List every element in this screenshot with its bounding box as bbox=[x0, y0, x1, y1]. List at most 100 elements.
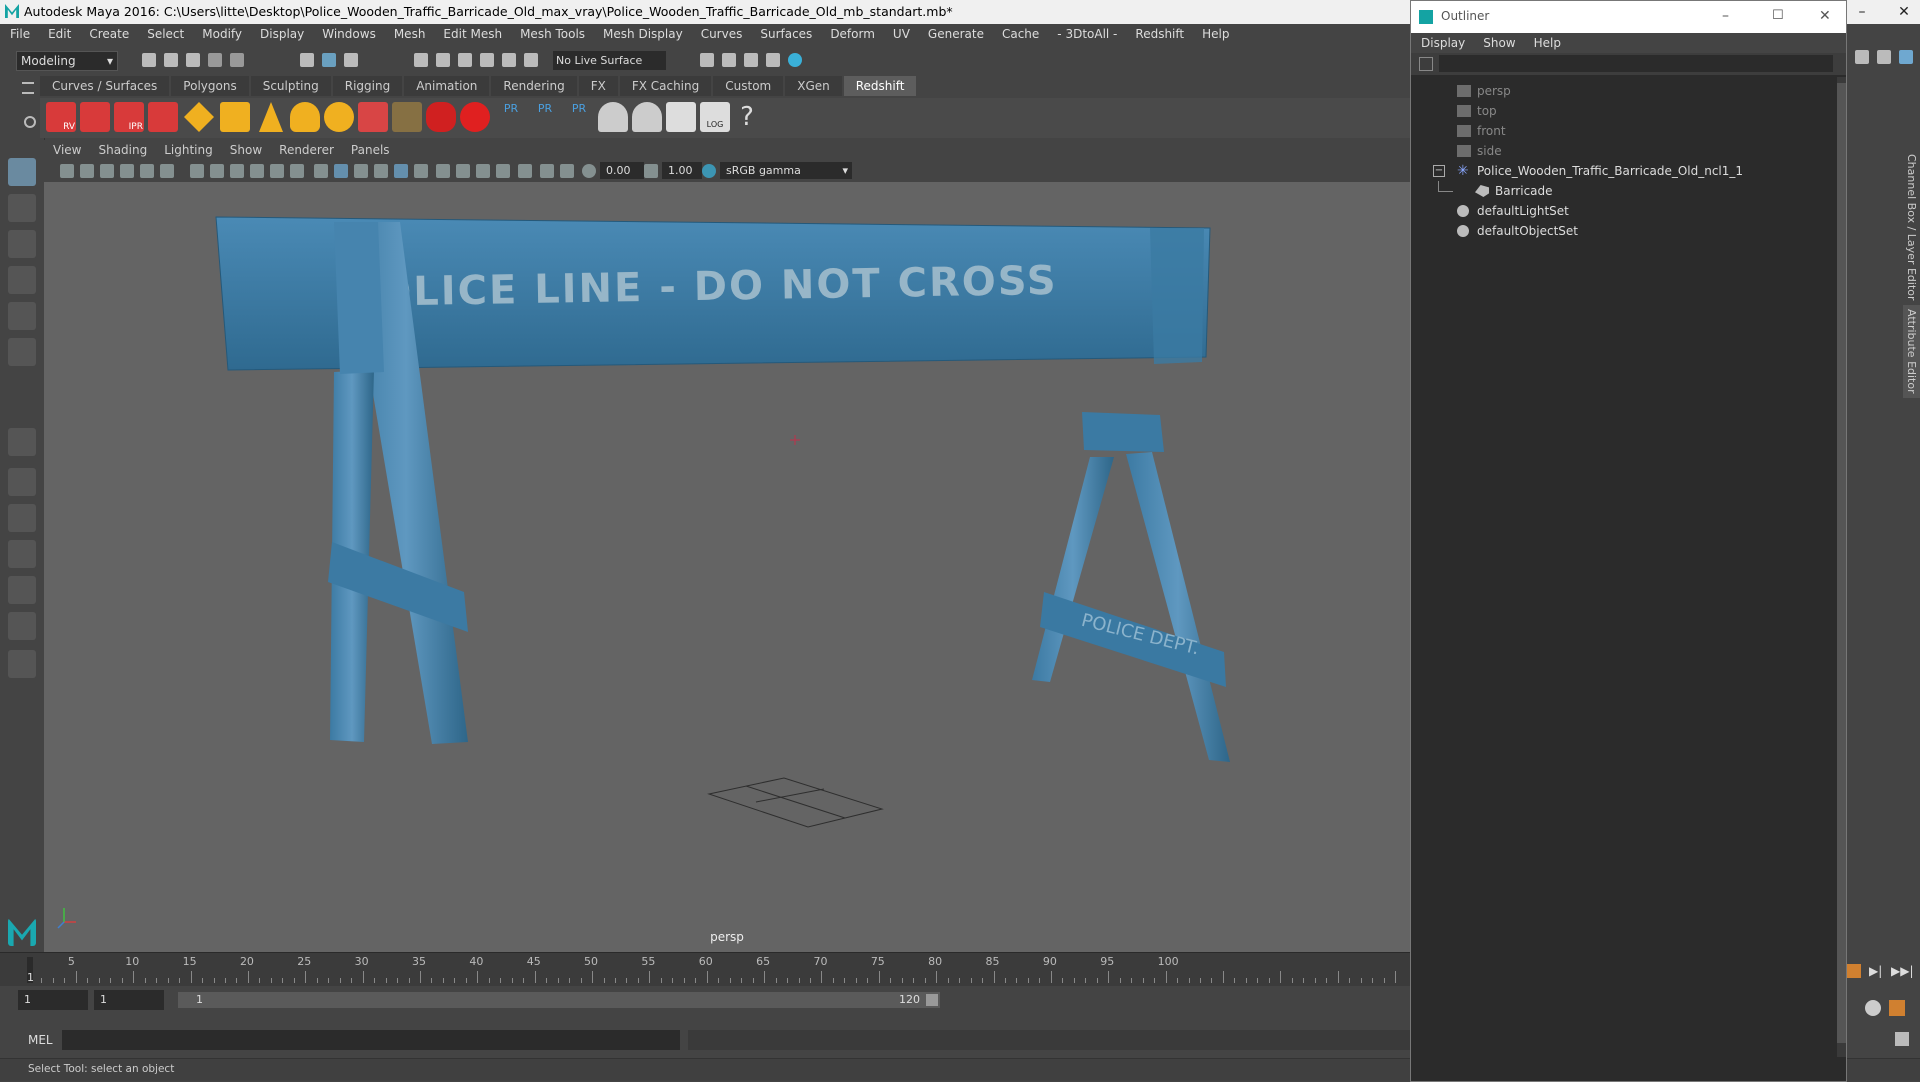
rotate-tool-icon[interactable] bbox=[8, 302, 36, 330]
render-settings-icon[interactable] bbox=[700, 53, 714, 67]
menu-curves[interactable]: Curves bbox=[691, 24, 751, 41]
layout-graph-icon[interactable] bbox=[8, 612, 36, 640]
dome-light-icon[interactable] bbox=[290, 102, 320, 132]
material-sphere-icon[interactable] bbox=[460, 102, 490, 132]
wireframe-icon[interactable] bbox=[314, 164, 328, 178]
script-editor-icon[interactable] bbox=[1895, 1032, 1909, 1046]
step-forward-icon[interactable]: ▶| bbox=[1869, 964, 1882, 978]
vp-menu-shading[interactable]: Shading bbox=[89, 140, 155, 157]
2d-pan-zoom-icon[interactable] bbox=[140, 164, 154, 178]
menu-modify[interactable]: Modify bbox=[192, 24, 250, 41]
xray-joints-icon[interactable] bbox=[476, 164, 490, 178]
close-icon[interactable]: ✕ bbox=[1889, 2, 1919, 22]
select-object-icon[interactable] bbox=[322, 53, 336, 67]
outliner-menu-help[interactable]: Help bbox=[1524, 33, 1569, 50]
time-slider[interactable]: 1510152025303540455055606570758085909510… bbox=[0, 952, 1410, 987]
gear-icon[interactable] bbox=[24, 116, 36, 128]
hair-icon[interactable] bbox=[392, 102, 422, 132]
menu-redshift[interactable]: Redshift bbox=[1125, 24, 1192, 41]
outliner-scrollbar[interactable] bbox=[1837, 77, 1846, 1057]
snap-grid-icon[interactable] bbox=[414, 53, 428, 67]
field-chart-icon[interactable] bbox=[270, 164, 284, 178]
render-options-icon[interactable] bbox=[598, 102, 628, 132]
menu-edit[interactable]: Edit bbox=[38, 24, 79, 41]
undo-icon[interactable] bbox=[208, 53, 222, 67]
mel-label[interactable]: MEL bbox=[28, 1033, 53, 1047]
menu-windows[interactable]: Windows bbox=[312, 24, 384, 41]
menu-mesh-display[interactable]: Mesh Display bbox=[593, 24, 691, 41]
snap-surface-icon[interactable] bbox=[502, 53, 516, 67]
menu-mesh-tools[interactable]: Mesh Tools bbox=[510, 24, 593, 41]
portal-light-icon[interactable] bbox=[220, 102, 250, 132]
gate-mask-icon[interactable] bbox=[250, 164, 264, 178]
anti-alias-icon[interactable] bbox=[518, 164, 532, 178]
layout-single-icon[interactable] bbox=[8, 650, 36, 678]
render-view-icon[interactable] bbox=[766, 53, 780, 67]
redshift-settings-icon[interactable] bbox=[148, 102, 178, 132]
new-scene-icon[interactable] bbox=[142, 53, 156, 67]
preferences-icon[interactable] bbox=[1889, 1000, 1905, 1016]
menu-file[interactable]: File bbox=[0, 24, 38, 41]
start-time-field[interactable]: 1 bbox=[18, 990, 88, 1010]
lasso-tool-icon[interactable] bbox=[8, 194, 36, 222]
image-plane-icon[interactable] bbox=[120, 164, 134, 178]
layout-three-view-icon[interactable] bbox=[8, 576, 36, 604]
redshift-render-view-icon[interactable]: RV bbox=[46, 102, 76, 132]
color-space-select[interactable]: sRGB gamma ▾ bbox=[720, 162, 852, 179]
shadows-icon[interactable] bbox=[414, 164, 428, 178]
outliner-search-input[interactable] bbox=[1439, 55, 1833, 72]
tab-rendering[interactable]: Rendering bbox=[491, 76, 577, 96]
proxy-icon[interactable] bbox=[426, 102, 456, 132]
pr-proxy-export-icon[interactable]: PR bbox=[496, 102, 526, 132]
resolution-gate-icon[interactable] bbox=[230, 164, 244, 178]
menu-icon[interactable] bbox=[22, 82, 34, 94]
sun-light-icon[interactable] bbox=[324, 102, 354, 132]
select-tool-icon[interactable] bbox=[8, 158, 36, 186]
attribute-editor-icon[interactable] bbox=[1899, 50, 1913, 64]
collapse-icon[interactable]: − bbox=[1433, 165, 1445, 177]
bake-icon[interactable] bbox=[632, 102, 662, 132]
outliner-menu-show[interactable]: Show bbox=[1473, 33, 1523, 50]
menu-generate[interactable]: Generate bbox=[918, 24, 992, 41]
tab-sculpting[interactable]: Sculpting bbox=[250, 76, 331, 96]
camera-attributes-icon[interactable] bbox=[80, 164, 94, 178]
spot-light-icon[interactable] bbox=[259, 102, 283, 132]
save-scene-icon[interactable] bbox=[186, 53, 200, 67]
ambient-occlusion-icon[interactable] bbox=[496, 164, 510, 178]
menu-edit-mesh[interactable]: Edit Mesh bbox=[433, 24, 510, 41]
menu-uv[interactable]: UV bbox=[883, 24, 918, 41]
log-icon[interactable]: LOG bbox=[700, 102, 730, 132]
auto-key-icon[interactable] bbox=[1865, 1000, 1881, 1016]
command-input[interactable] bbox=[62, 1030, 680, 1050]
menu-3dtoall[interactable]: - 3DtoAll - bbox=[1047, 24, 1125, 41]
snap-view-icon[interactable] bbox=[480, 53, 494, 67]
vp-menu-panels[interactable]: Panels bbox=[342, 140, 398, 157]
safe-action-icon[interactable] bbox=[290, 164, 304, 178]
maximize-icon[interactable]: ☐ bbox=[1772, 8, 1784, 23]
menu-surfaces[interactable]: Surfaces bbox=[750, 24, 820, 41]
gamma-field[interactable]: 1.00 bbox=[662, 162, 702, 179]
select-hierarchy-icon[interactable] bbox=[300, 53, 314, 67]
outliner-menu-display[interactable]: Display bbox=[1411, 33, 1473, 50]
menu-mesh[interactable]: Mesh bbox=[384, 24, 434, 41]
range-slider[interactable]: 1 120 bbox=[178, 992, 940, 1008]
tab-polygons[interactable]: Polygons bbox=[171, 76, 249, 96]
channel-box-icon[interactable] bbox=[1877, 50, 1891, 64]
magnet-icon[interactable] bbox=[524, 53, 538, 67]
wireframe-on-shaded-icon[interactable] bbox=[354, 164, 368, 178]
snap-curve-icon[interactable] bbox=[436, 53, 450, 67]
tab-rigging[interactable]: Rigging bbox=[332, 76, 403, 96]
tab-channel-box[interactable]: Channel Box / Layer Editor bbox=[1903, 150, 1920, 305]
tab-animation[interactable]: Animation bbox=[404, 76, 490, 96]
film-gate-icon[interactable] bbox=[210, 164, 224, 178]
pr-proxy-convert-icon[interactable]: PR bbox=[564, 102, 594, 132]
tab-attribute-editor[interactable]: Attribute Editor bbox=[1903, 305, 1920, 398]
help-icon[interactable]: ? bbox=[732, 102, 762, 132]
last-tool-icon[interactable] bbox=[8, 428, 36, 456]
move-tool-icon[interactable] bbox=[8, 266, 36, 294]
hypershade-icon[interactable] bbox=[788, 53, 802, 67]
range-end-handle[interactable] bbox=[926, 994, 938, 1006]
tab-xgen[interactable]: XGen bbox=[785, 76, 842, 96]
scrollbar-thumb[interactable] bbox=[1837, 83, 1846, 1043]
render-frame-icon[interactable] bbox=[722, 53, 736, 67]
